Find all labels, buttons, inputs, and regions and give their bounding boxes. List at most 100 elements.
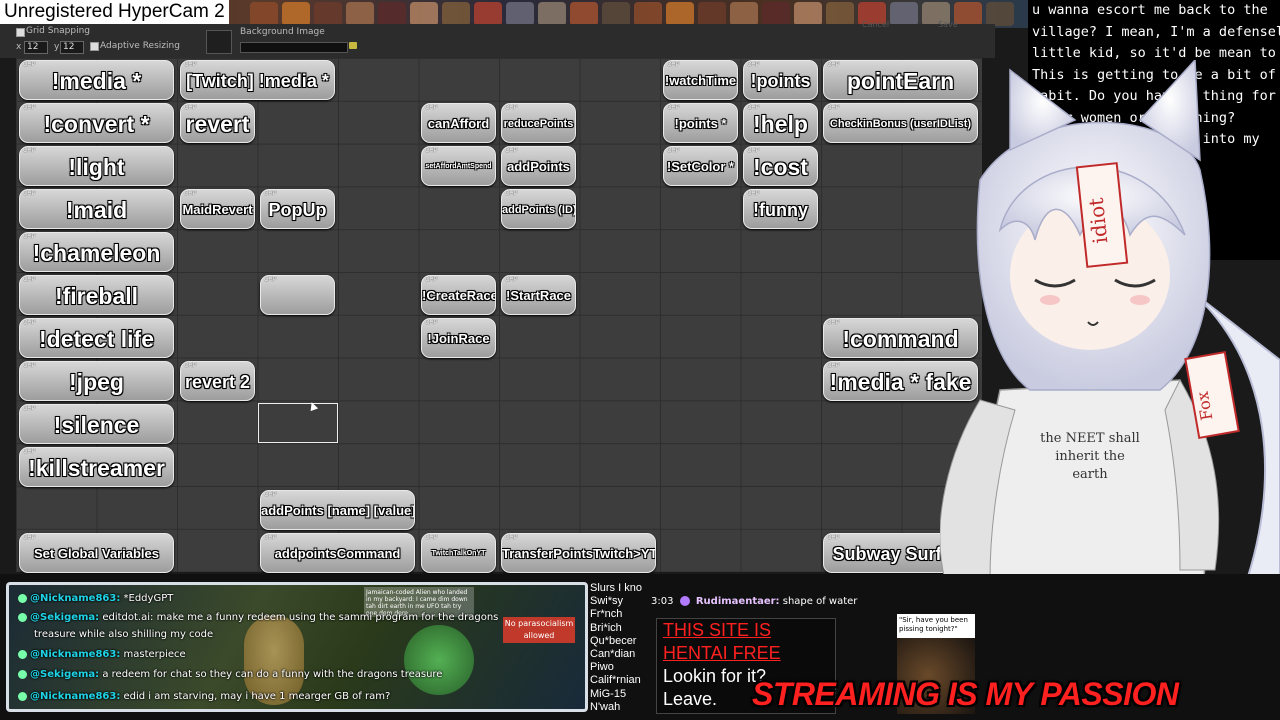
deck-button-popup[interactable]: CHP PopUp [260, 189, 335, 229]
deck-button-revert[interactable]: CHP revert [180, 103, 255, 143]
deck-button-convert[interactable]: CHP !convert * [19, 103, 174, 143]
emote-thumbnail [250, 2, 278, 26]
svg-text:idiot: idiot [1084, 197, 1113, 245]
button-tag: CHP [23, 148, 36, 154]
grid-snapping-label: Grid Snapping [26, 26, 91, 36]
chat-message: @Nickname863: edid i am starving, may i … [15, 691, 390, 702]
deck-button-chameleon[interactable]: CHP !chameleon [19, 232, 174, 272]
deck-button-silence[interactable]: CHP !silence [19, 404, 174, 444]
deck-button-joinrace[interactable]: CHP !JoinRace [421, 318, 496, 358]
chat-text: *EddyGPT [120, 593, 174, 604]
deck-button-blank[interactable]: CHP [260, 275, 335, 315]
user-badge-icon [18, 612, 27, 622]
button-tag: CHP [23, 320, 36, 326]
deck-button-killstreamer[interactable]: CHP !killstreamer [19, 447, 174, 487]
adaptive-resizing-checkbox[interactable] [90, 42, 99, 51]
emote-thumbnail [730, 2, 758, 26]
deck-button-addpointscommand[interactable]: CHP addpointsCommand [260, 533, 415, 573]
emote-thumbnail [890, 2, 918, 26]
button-tag: CHP [827, 105, 840, 111]
deck-button-canafford[interactable]: CHP canAfford [421, 103, 496, 143]
sir-caption: "Sir, have you been pissing tonight?" [897, 614, 975, 638]
deck-button-media[interactable]: CHP !media * [19, 60, 174, 100]
background-image-path[interactable] [240, 42, 348, 53]
list-item: N'wah [590, 700, 621, 713]
emote-thumbnail [634, 2, 662, 26]
deck-button-points-star[interactable]: CHP !points * [663, 103, 738, 143]
button-tag: CHP [23, 105, 36, 111]
streaming-passion-banner: STREAMING IS MY PASSION [752, 676, 1179, 712]
deck-button-maidrevert[interactable]: CHP MaidRevert [180, 189, 255, 229]
deck-button-transferpoints[interactable]: CHP TransferPointsTwitch>YT [501, 533, 656, 573]
sign-line-1: THIS SITE IS [663, 620, 772, 640]
deck-button-help[interactable]: CHP !help [743, 103, 818, 143]
button-tag: CHP [747, 62, 760, 68]
button-tag: CHP [425, 148, 438, 154]
grid-snapping-checkbox[interactable] [16, 28, 25, 37]
deck-button-addpoints-name[interactable]: CHP addPoints [name] [value] [260, 490, 415, 530]
deck-button-fireball[interactable]: CHP !fireball [19, 275, 174, 315]
button-tag: CHP [505, 105, 518, 111]
recorder-watermark: Unregistered HyperCam 2 [0, 0, 229, 24]
emote-thumbnail [986, 2, 1014, 26]
button-tag: CHP [23, 535, 36, 541]
folder-icon[interactable] [349, 42, 357, 49]
button-tag: CHP [667, 148, 680, 154]
deck-button-cost[interactable]: CHP !cost [743, 146, 818, 186]
save-button[interactable]: Save [938, 20, 958, 29]
user-badge-icon [18, 691, 27, 701]
emote-thumbnail [666, 2, 694, 26]
y-label: y [54, 42, 60, 52]
deck-button-revert2[interactable]: CHP revert 2 [180, 361, 255, 401]
button-tag: CHP [505, 191, 518, 197]
deck-button-reducepoints[interactable]: CHP reducePoints [501, 103, 576, 143]
button-tag: CHP [827, 320, 840, 326]
deck-button-addpoints[interactable]: CHP addPoints [501, 146, 576, 186]
chat-overlay: Jamaican-coded Alien who landed in my ba… [6, 582, 588, 712]
button-tag: CHP [23, 234, 36, 240]
user-badge-icon [18, 649, 27, 659]
selection-box [258, 403, 338, 443]
deck-button-twitch-media[interactable]: CHP [Twitch] !media * [180, 60, 335, 100]
deck-button-startrace[interactable]: CHP !StartRace [501, 275, 576, 315]
chat-username: @Sekigema: [30, 612, 100, 623]
deck-button-addpoints-id[interactable]: CHP addPoints (ID) [501, 189, 576, 229]
list-item: Slurs I kno [590, 582, 642, 594]
deck-button-setcolor[interactable]: CHP !SetColor * [663, 146, 738, 186]
emote-thumbnail [954, 2, 982, 26]
emote-thumbnail [538, 2, 566, 26]
deck-button-detectlife[interactable]: CHP !detect life [19, 318, 174, 358]
stream-screen: Unregistered HyperCam 2 Grid Snapping x … [0, 0, 1280, 720]
deck-button-maid[interactable]: CHP !maid [19, 189, 174, 229]
emote-thumbnail [602, 2, 630, 26]
emote-thumbnail [570, 2, 598, 26]
parasocial-sign: No parasocialism allowed [503, 617, 575, 643]
y-grid-input[interactable]: 12 [60, 41, 84, 54]
button-tag: CHP [505, 277, 518, 283]
chat-text: treasure while also shilling my code [34, 629, 214, 640]
background-image-preview[interactable] [206, 30, 232, 54]
deck-button-funny[interactable]: CHP !funny [743, 189, 818, 229]
deck-button-jpeg[interactable]: CHP !jpeg [19, 361, 174, 401]
svg-text:earth: earth [1072, 467, 1108, 482]
deck-button-points[interactable]: CHP !points [743, 60, 818, 100]
button-tag: CHP [23, 277, 36, 283]
chat-message: @Sekigema: a redeem for chat so they can… [15, 669, 442, 680]
deck-button-twitchtalkonyt[interactable]: CHP TwitchTalkOnYT [421, 533, 496, 573]
emote-thumbnail [442, 2, 470, 26]
button-tag: CHP [667, 62, 680, 68]
deck-button-light[interactable]: CHP !light [19, 146, 174, 186]
deck-button-watchtime[interactable]: CHP !watchTime [663, 60, 738, 100]
cancel-button[interactable]: Cancel [862, 20, 889, 29]
user-badge-icon [18, 669, 27, 679]
button-tag: CHP [747, 105, 760, 111]
button-tag: CHP [505, 148, 518, 154]
button-tag: CHP [425, 320, 438, 326]
x-grid-input[interactable]: 12 [24, 41, 48, 54]
deck-button-setafford[interactable]: CHP setAffordAmtSpend [421, 146, 496, 186]
donation-message: shape of water [782, 596, 858, 607]
chat-username: @Nickname863: [30, 691, 121, 702]
deck-button-createrace[interactable]: CHP !CreateRace [421, 275, 496, 315]
chat-message: @Nickname863: masterpiece [15, 649, 186, 660]
deck-button-setglobal[interactable]: CHP Set Global Variables [19, 533, 174, 573]
